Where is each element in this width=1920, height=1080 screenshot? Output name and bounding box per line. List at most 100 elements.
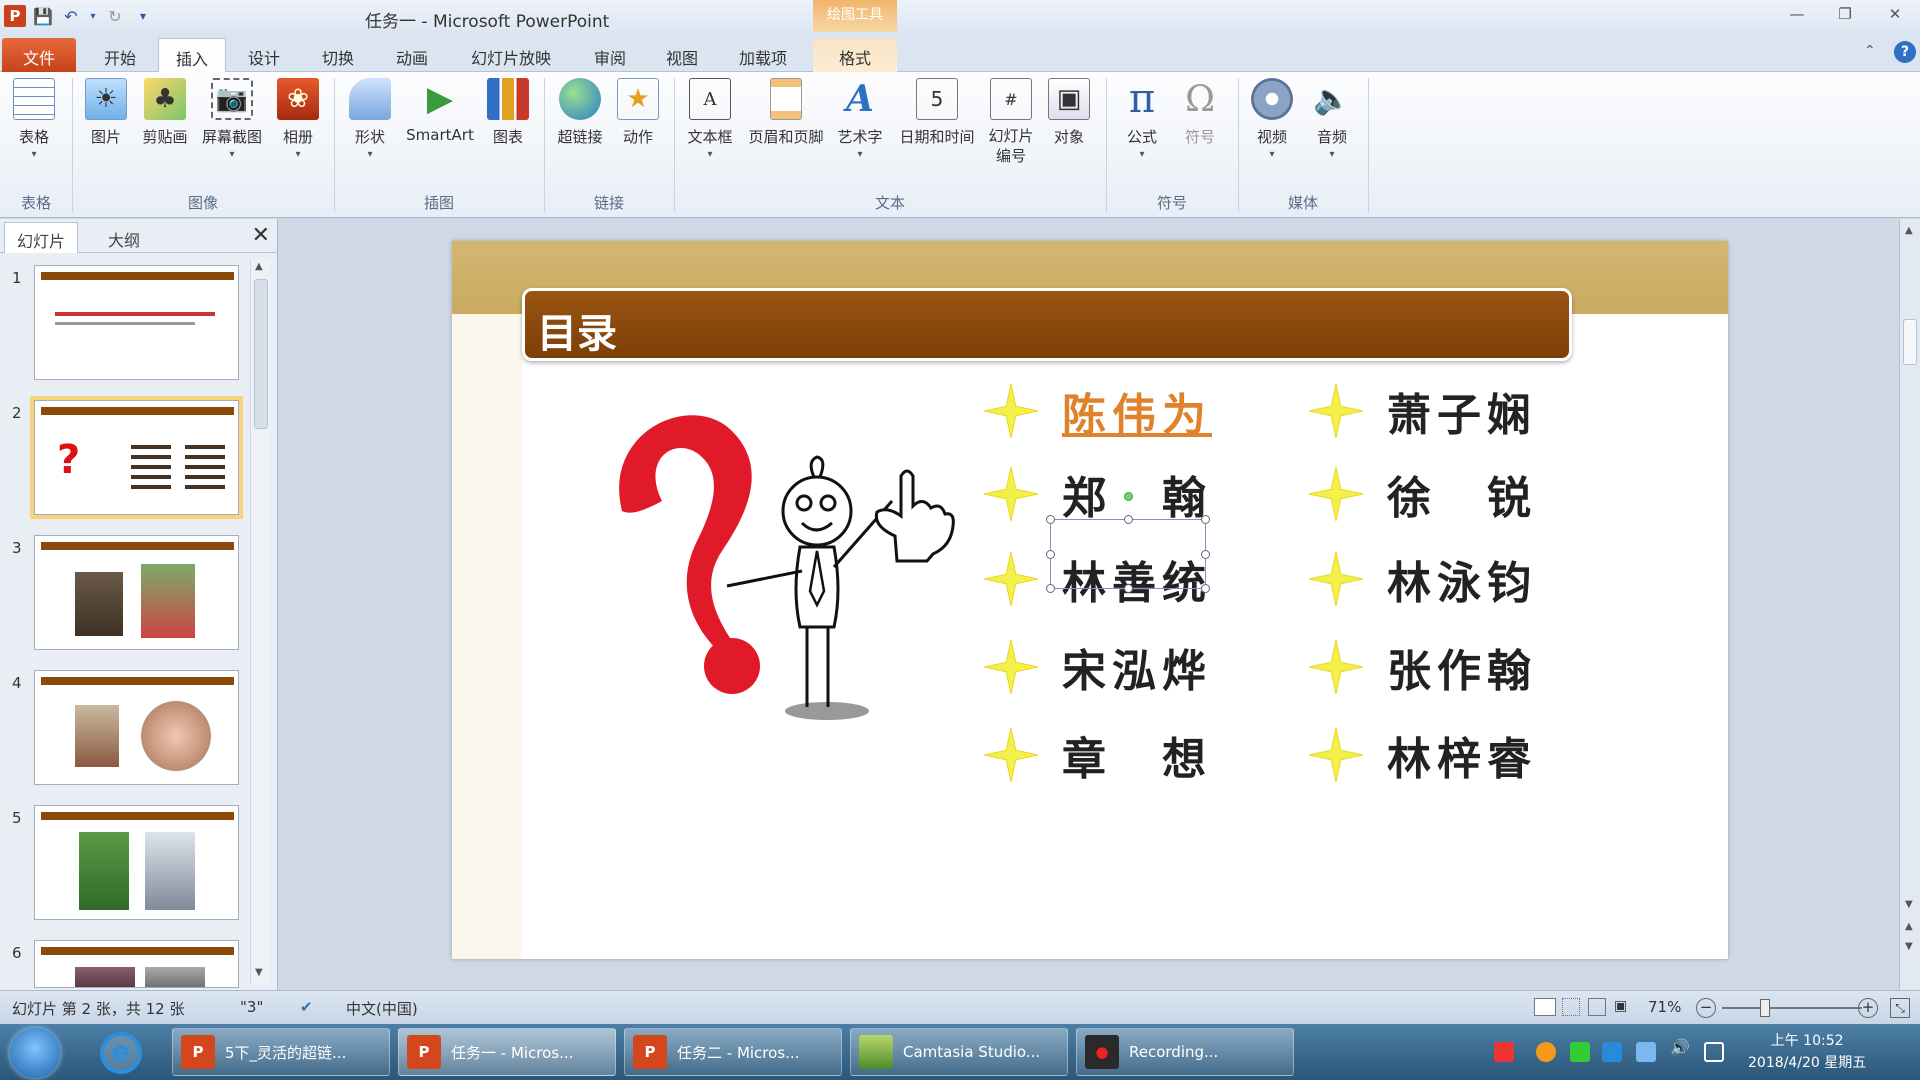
- tab-transitions[interactable]: 切换: [306, 38, 370, 72]
- shapes-button[interactable]: 形状 ▾: [348, 78, 392, 160]
- name-text[interactable]: 林泳钧: [1387, 547, 1537, 611]
- taskbar-item[interactable]: P 任务一 - Micros...: [398, 1028, 616, 1076]
- tab-view[interactable]: 视图: [650, 38, 714, 72]
- network-icon[interactable]: [1636, 1042, 1656, 1062]
- insert-table-button[interactable]: 表格 ▾: [12, 78, 56, 160]
- undo-dropdown-icon[interactable]: ▾: [88, 5, 98, 27]
- slide-thumbnail[interactable]: [34, 805, 239, 920]
- hyperlink-button[interactable]: 超链接: [554, 78, 606, 147]
- object-button[interactable]: ▣ 对象: [1046, 78, 1092, 147]
- taskbar-item[interactable]: ● Recording...: [1076, 1028, 1294, 1076]
- name-text[interactable]: 林梓睿: [1387, 723, 1537, 787]
- header-footer-button[interactable]: 页眉和页脚: [742, 78, 830, 147]
- rotate-handle[interactable]: [1124, 492, 1133, 501]
- tab-outline[interactable]: 大纲: [96, 222, 152, 253]
- zoom-in-icon[interactable]: +: [1858, 998, 1878, 1018]
- chart-button[interactable]: 图表: [486, 78, 530, 147]
- slides-pane-scrollbar[interactable]: ▲ ▼: [250, 259, 270, 984]
- clipart-button[interactable]: ♣ 剪贴画: [136, 78, 194, 147]
- name-text[interactable]: 宋泓烨: [1062, 635, 1212, 699]
- minimize-icon[interactable]: —: [1782, 5, 1812, 27]
- input-method-icon[interactable]: [1494, 1042, 1514, 1062]
- tab-slideshow[interactable]: 幻灯片放映: [458, 38, 564, 72]
- resize-handle[interactable]: [1046, 515, 1055, 524]
- close-icon[interactable]: ✕: [1880, 5, 1910, 27]
- video-button[interactable]: 视频 ▾: [1250, 78, 1294, 160]
- language-indicator[interactable]: 中文(中国): [346, 998, 418, 1019]
- taskbar-item[interactable]: P 任务二 - Micros...: [624, 1028, 842, 1076]
- scrollbar-thumb[interactable]: [254, 279, 268, 429]
- tray-clock[interactable]: 上午 10:52 2018/4/20 星期五: [1748, 1030, 1866, 1074]
- scroll-up-icon[interactable]: ▲: [255, 261, 263, 272]
- zoom-slider-thumb[interactable]: [1760, 999, 1770, 1017]
- save-icon[interactable]: 💾: [32, 5, 54, 27]
- taskbar-item[interactable]: P 5下_灵活的超链...: [172, 1028, 390, 1076]
- slide-thumbnail[interactable]: [34, 535, 239, 650]
- fit-to-window-icon[interactable]: ⤡: [1890, 998, 1910, 1018]
- text-selection-box[interactable]: [1046, 492, 1210, 593]
- scroll-up-icon[interactable]: ▲: [1905, 225, 1913, 236]
- scroll-down-icon[interactable]: ▼: [1905, 899, 1913, 910]
- normal-view-icon[interactable]: [1534, 998, 1556, 1016]
- zoom-slider[interactable]: [1722, 1007, 1862, 1009]
- wordart-button[interactable]: A 艺术字 ▾: [834, 78, 886, 160]
- resize-handle[interactable]: [1201, 550, 1210, 559]
- question-figure-illustration[interactable]: [602, 391, 902, 721]
- slide-sorter-icon[interactable]: [1562, 998, 1580, 1016]
- undo-icon[interactable]: ↶: [60, 5, 82, 27]
- spell-check-icon[interactable]: ✔: [300, 998, 313, 1016]
- slide-title-bar[interactable]: 目录: [522, 288, 1572, 361]
- resize-handle[interactable]: [1046, 550, 1055, 559]
- slide-thumbnail[interactable]: [34, 265, 239, 380]
- customize-qat-icon[interactable]: ▾: [132, 5, 154, 27]
- reading-view-icon[interactable]: [1588, 998, 1606, 1016]
- restore-icon[interactable]: ❐: [1830, 5, 1860, 27]
- resize-handle[interactable]: [1201, 584, 1210, 593]
- next-slide-icon[interactable]: ▼: [1905, 941, 1913, 952]
- volume-icon[interactable]: 🔊: [1670, 1038, 1690, 1058]
- redo-icon[interactable]: ↻: [104, 5, 126, 27]
- slide-number-button[interactable]: # 幻灯片 编号: [984, 78, 1038, 166]
- tab-home[interactable]: 开始: [88, 38, 152, 72]
- zoom-level[interactable]: 71%: [1648, 998, 1681, 1016]
- security-shield-icon[interactable]: [1602, 1042, 1622, 1062]
- slide-thumbnail[interactable]: ?: [30, 396, 243, 519]
- tab-addins[interactable]: 加载项: [728, 38, 798, 72]
- resize-handle[interactable]: [1124, 584, 1133, 593]
- tab-file[interactable]: 文件: [2, 38, 76, 72]
- name-text[interactable]: 徐 锐: [1387, 462, 1537, 526]
- tab-animations[interactable]: 动画: [380, 38, 444, 72]
- resize-handle[interactable]: [1046, 584, 1055, 593]
- taskbar-item[interactable]: Camtasia Studio...: [850, 1028, 1068, 1076]
- tab-design[interactable]: 设计: [232, 38, 296, 72]
- album-button[interactable]: ❀ 相册 ▾: [276, 78, 320, 160]
- tray-app-icon[interactable]: [1570, 1042, 1590, 1062]
- tab-insert[interactable]: 插入: [158, 38, 226, 72]
- canvas-scrollbar[interactable]: ▲ ▼ ▲ ▼: [1899, 219, 1920, 990]
- datetime-button[interactable]: 5 日期和时间: [892, 78, 982, 147]
- zoom-out-icon[interactable]: −: [1696, 998, 1716, 1018]
- name-link[interactable]: 陈伟为: [1062, 379, 1212, 443]
- start-button[interactable]: [10, 1028, 60, 1078]
- resize-handle[interactable]: [1124, 515, 1133, 524]
- action-center-icon[interactable]: [1704, 1042, 1724, 1062]
- slide-thumbnail[interactable]: [34, 670, 239, 785]
- scrollbar-thumb[interactable]: [1903, 319, 1917, 365]
- minimize-ribbon-icon[interactable]: ⌃: [1864, 43, 1876, 59]
- close-icon[interactable]: ✕: [252, 223, 270, 248]
- internet-explorer-icon[interactable]: e: [100, 1032, 142, 1074]
- name-text[interactable]: 郑 翰: [1062, 462, 1212, 526]
- slide[interactable]: 目录 陈伟为 郑 翰 林善统 宋泓烨 章 想 萧子娴 徐 锐 林泳钧 张作翰 林…: [452, 241, 1728, 959]
- name-text[interactable]: 张作翰: [1387, 635, 1537, 699]
- insert-picture-button[interactable]: ☀ 图片: [84, 78, 128, 147]
- textbox-button[interactable]: A 文本框 ▾: [680, 78, 740, 160]
- audio-button[interactable]: 🔈 音频 ▾: [1310, 78, 1354, 161]
- slideshow-icon[interactable]: ▣: [1614, 998, 1627, 1014]
- powerpoint-logo-icon[interactable]: P: [4, 5, 26, 27]
- tray-app-icon[interactable]: [1536, 1042, 1556, 1062]
- tab-review[interactable]: 审阅: [578, 38, 642, 72]
- equation-button[interactable]: π 公式 ▾: [1120, 76, 1164, 160]
- symbol-button[interactable]: Ω 符号: [1178, 78, 1222, 147]
- slide-thumbnail[interactable]: [34, 940, 239, 988]
- screenshot-button[interactable]: 📷 屏幕截图 ▾: [196, 78, 268, 160]
